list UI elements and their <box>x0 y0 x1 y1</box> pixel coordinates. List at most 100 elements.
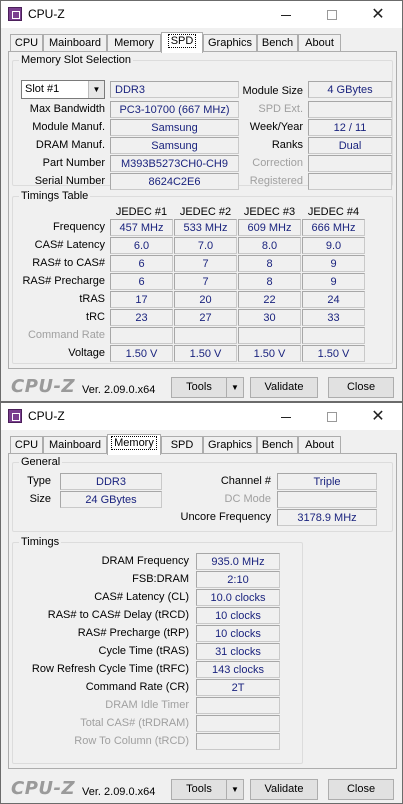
spd-ext-value <box>308 101 392 118</box>
memory-timing-value: 31 clocks <box>196 643 280 660</box>
serial-number-label: Serial Number <box>34 175 105 187</box>
tools-dropdown-button[interactable]: ▼ <box>226 779 244 800</box>
maximize-icon <box>327 10 337 21</box>
version-text: Ver. 2.09.0.x64 <box>82 786 156 798</box>
memory-type-value: DDR3 <box>110 81 239 98</box>
memory-timing-label: Row Refresh Cycle Time (tRFC) <box>31 663 189 675</box>
maximize-button[interactable] <box>309 403 355 430</box>
tab-bench[interactable]: Bench <box>257 436 298 454</box>
jedec-2-cell: 7.0 <box>174 237 237 254</box>
close-window-button[interactable]: ✕ <box>355 1 401 28</box>
close-button[interactable]: Close <box>328 779 394 800</box>
jedec-1-cell: 457 MHz <box>110 219 173 236</box>
module-size-label: Module Size <box>242 85 303 97</box>
timings-group: Timings DRAM Frequency 935.0 MHz FSB:DRAM 2… <box>12 535 303 764</box>
timing-row-label: RAS# to CAS# <box>32 257 105 269</box>
tab-graphics[interactable]: Graphics <box>203 34 257 52</box>
memory-timing-label: CAS# Latency (CL) <box>94 591 189 603</box>
serial-number-value: 8624C2E6 <box>110 173 239 190</box>
timing-row-label: tRC <box>86 311 105 323</box>
chevron-down-icon[interactable]: ▼ <box>88 81 104 98</box>
jedec-3-cell: 8 <box>238 255 301 272</box>
module-manuf-value: Samsung <box>110 119 239 136</box>
chevron-down-icon: ▼ <box>231 383 239 392</box>
week-year-value: 12 / 11 <box>308 119 392 136</box>
title-bar[interactable]: CPU-Z ✕ <box>1 403 402 430</box>
tab-about[interactable]: About <box>298 436 341 454</box>
jedec-4-cell: 24 <box>302 291 365 308</box>
memory-slot-group: Memory Slot Selection Slot #1 ▼ DDR3 Max… <box>12 53 393 190</box>
tools-button[interactable]: Tools <box>171 377 227 398</box>
channel-value: Triple <box>277 473 377 490</box>
tools-dropdown-button[interactable]: ▼ <box>226 377 244 398</box>
close-window-button[interactable]: ✕ <box>355 403 401 430</box>
timing-row-label: Frequency <box>53 221 105 233</box>
spd-panel: Memory Slot Selection Slot #1 ▼ DDR3 Max… <box>8 51 397 369</box>
jedec-2-cell: 20 <box>174 291 237 308</box>
jedec-1-header: JEDEC #1 <box>115 206 168 218</box>
tab-memory[interactable]: Memory <box>107 434 161 455</box>
minimize-button[interactable] <box>263 1 309 28</box>
timing-row-label: CAS# Latency <box>34 239 105 251</box>
tools-button[interactable]: Tools <box>171 779 227 800</box>
tab-mainboard[interactable]: Mainboard <box>43 436 107 454</box>
close-button[interactable]: Close <box>328 377 394 398</box>
validate-button[interactable]: Validate <box>250 779 318 800</box>
general-group: General Type DDR3 Size 24 GBytes Channel… <box>12 455 393 532</box>
jedec-2-cell <box>174 327 237 344</box>
validate-button[interactable]: Validate <box>250 377 318 398</box>
tab-cpu[interactable]: CPU <box>10 34 43 52</box>
maximize-icon <box>327 412 337 423</box>
memory-timing-label: Total CAS# (tRDRAM) <box>80 717 189 729</box>
tab-about[interactable]: About <box>298 34 341 52</box>
slot-select-value: Slot #1 <box>25 83 60 95</box>
timings-table-legend: Timings Table <box>19 189 91 203</box>
maximize-button[interactable] <box>309 1 355 28</box>
tab-bench[interactable]: Bench <box>257 34 298 52</box>
type-value: DDR3 <box>60 473 162 490</box>
memory-timing-value <box>196 715 280 732</box>
jedec-3-cell: 8 <box>238 273 301 290</box>
memory-timing-value: 143 clocks <box>196 661 280 678</box>
part-number-value: M393B5273CH0-CH9 <box>110 155 239 172</box>
tab-memory[interactable]: Memory <box>107 34 161 52</box>
title-bar[interactable]: CPU-Z ✕ <box>1 1 402 28</box>
timings-legend: Timings <box>19 535 62 549</box>
memory-panel: General Type DDR3 Size 24 GBytes Channel… <box>8 453 397 769</box>
memory-timing-value: 2:10 <box>196 571 280 588</box>
jedec-3-cell: 8.0 <box>238 237 301 254</box>
max-bandwidth-label: Max Bandwidth <box>29 103 105 115</box>
cpu-z-logo: CPU-Z <box>11 376 76 397</box>
ranks-label: Ranks <box>271 139 303 151</box>
jedec-2-cell: 27 <box>174 309 237 326</box>
tab-graphics[interactable]: Graphics <box>203 436 257 454</box>
close-icon: ✕ <box>371 6 385 23</box>
minimize-button[interactable] <box>263 403 309 430</box>
jedec-2-cell: 7 <box>174 255 237 272</box>
dram-manuf-value: Samsung <box>110 137 239 154</box>
cpu-z-app-icon <box>8 7 22 21</box>
tab-mainboard[interactable]: Mainboard <box>43 34 107 52</box>
tab-cpu[interactable]: CPU <box>10 436 43 454</box>
timings-table-group: Timings Table JEDEC #1 JEDEC #2 JEDEC #3… <box>12 189 393 364</box>
registered-label: Registered <box>249 175 303 187</box>
jedec-4-cell: 9.0 <box>302 237 365 254</box>
tab-spd[interactable]: SPD <box>161 436 203 454</box>
memory-timing-label: RAS# Precharge (tRP) <box>77 627 189 639</box>
jedec-2-cell: 7 <box>174 273 237 290</box>
minimize-icon <box>281 416 291 418</box>
jedec-1-cell <box>110 327 173 344</box>
tab-spd[interactable]: SPD <box>161 32 203 53</box>
dram-manuf-label: DRAM Manuf. <box>35 139 105 151</box>
jedec-4-cell <box>302 327 365 344</box>
jedec-1-cell: 6.0 <box>110 237 173 254</box>
memory-timing-value <box>196 733 280 750</box>
memory-timing-label: Row To Column (tRCD) <box>74 735 189 747</box>
cpuz-window-memory: CPU-Z ✕ CPU Mainboard Memory SPD Graphic… <box>0 402 403 804</box>
uncore-frequency-value: 3178.9 MHz <box>277 509 377 526</box>
memory-timing-label: DRAM Frequency <box>101 555 189 567</box>
module-size-value: 4 GBytes <box>308 81 392 98</box>
slot-select[interactable]: Slot #1 ▼ <box>21 80 105 99</box>
cpu-z-app-icon <box>8 409 22 423</box>
jedec-3-cell: 22 <box>238 291 301 308</box>
